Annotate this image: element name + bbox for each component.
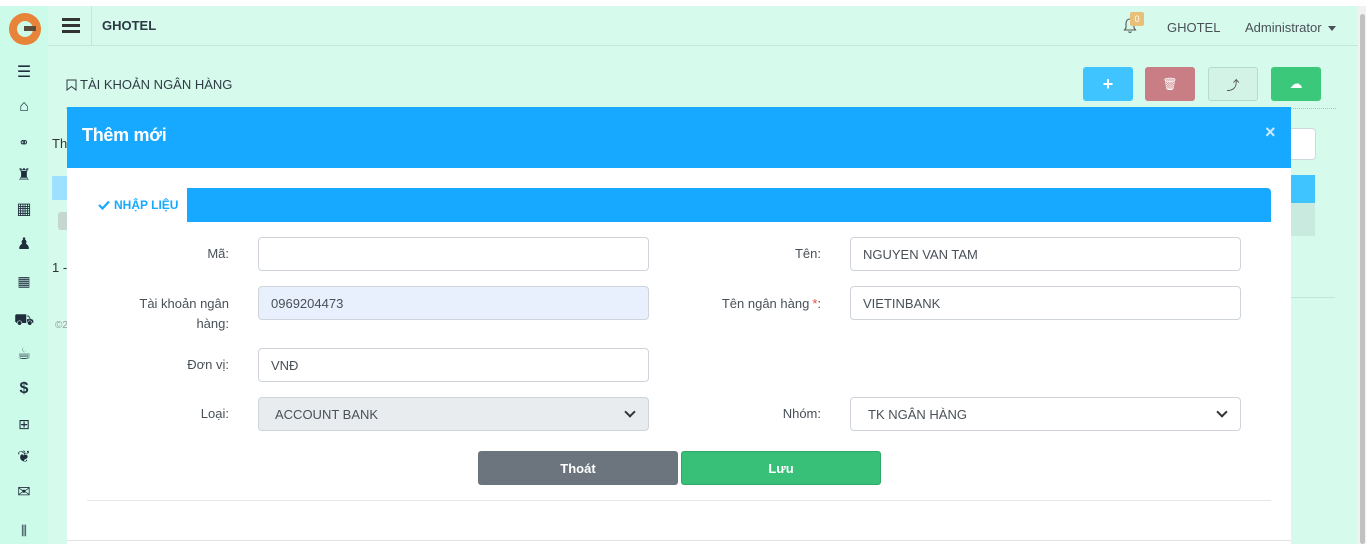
add-new-modal: Thêm mới × NHẬP LIỆU Mã: Tên: NGUYEN VAN… bbox=[67, 107, 1291, 544]
background-table-header bbox=[1290, 175, 1315, 203]
background-pagination: 1 - bbox=[52, 260, 68, 275]
mail-icon[interactable]: ✉ bbox=[14, 483, 34, 503]
caret-down-icon bbox=[1327, 26, 1336, 32]
tab-input-data-label: NHẬP LIỆU bbox=[114, 198, 179, 212]
share-icon: ⤴ bbox=[1226, 77, 1240, 93]
hotel-selector[interactable]: GHOTEL bbox=[1167, 20, 1220, 35]
bank-name-label-suffix: : bbox=[817, 296, 821, 311]
background-row-cell bbox=[58, 212, 67, 230]
page-title: TÀI KHOẢN NGÂN HÀNG bbox=[66, 77, 232, 92]
unit-label: Đơn vị: bbox=[187, 357, 229, 372]
type-label: Loại: bbox=[200, 406, 229, 421]
share-button[interactable]: ⤴ bbox=[1208, 67, 1258, 101]
building-icon[interactable]: ▦ bbox=[14, 200, 34, 220]
unit-input[interactable]: VNĐ bbox=[258, 348, 649, 382]
menu-icon[interactable]: ☰ bbox=[14, 63, 34, 83]
code-input[interactable] bbox=[258, 237, 649, 271]
chevron-down-icon bbox=[1216, 406, 1228, 418]
modal-footer-divider bbox=[87, 500, 1271, 501]
table-icon[interactable]: ⊞ bbox=[14, 414, 34, 434]
exit-button[interactable]: Thoát bbox=[478, 451, 678, 485]
group-label: Nhóm: bbox=[782, 406, 821, 421]
close-icon[interactable]: × bbox=[1265, 122, 1276, 143]
user-menu-label: Administrator bbox=[1245, 20, 1322, 35]
bank-name-label: Tên ngân hàng *: bbox=[681, 294, 821, 314]
modal-tabbar bbox=[87, 188, 1271, 222]
users-icon[interactable]: ♟ bbox=[14, 235, 34, 255]
background-search-input[interactable] bbox=[1290, 128, 1316, 160]
group-select[interactable]: TK NGÂN HÀNG bbox=[850, 397, 1241, 431]
type-select-value: ACCOUNT BANK bbox=[275, 406, 379, 422]
background-divider bbox=[1290, 297, 1335, 298]
dollar-icon[interactable]: $ bbox=[14, 379, 34, 399]
bank-account-label: Tài khoản ngân hàng: bbox=[139, 296, 229, 331]
page-title-text: TÀI KHOẢN NGÂN HÀNG bbox=[80, 77, 233, 92]
hamburger-icon[interactable] bbox=[62, 18, 80, 33]
plus-icon: + bbox=[1102, 73, 1114, 94]
background-header-cell bbox=[52, 176, 67, 200]
handshake-icon[interactable]: ⚭ bbox=[14, 132, 34, 152]
sidebar: ☰ ⌂ ⚭ ♜ ▦ ♟ ▦ ⛟ ☕ $ ⊞ ❦ ✉ ⫼ bbox=[0, 6, 48, 544]
chart-icon[interactable]: ⫼ bbox=[14, 520, 34, 540]
tab-input-data[interactable]: NHẬP LIỆU bbox=[87, 188, 187, 222]
background-text: Th bbox=[52, 136, 68, 151]
trash-icon: 🗑 bbox=[1162, 77, 1178, 91]
cart-icon[interactable]: ⛟ bbox=[14, 311, 34, 331]
name-label: Tên: bbox=[794, 246, 821, 261]
modal-header: Thêm mới × bbox=[67, 107, 1291, 168]
download-button[interactable]: ☁ bbox=[1271, 67, 1321, 101]
save-button[interactable]: Lưu bbox=[681, 451, 881, 485]
home-icon[interactable]: ⌂ bbox=[14, 97, 34, 117]
bank-name-label-text: Tên ngân hàng bbox=[721, 296, 810, 311]
reception-icon[interactable]: ♜ bbox=[14, 166, 34, 186]
app-logo-bar bbox=[24, 26, 36, 31]
check-icon bbox=[98, 200, 110, 210]
apps-grid-icon[interactable]: ▦ bbox=[14, 271, 34, 291]
header-separator bbox=[91, 6, 92, 46]
bank-name-input[interactable]: VIETINBANK bbox=[850, 286, 1241, 320]
modal-title: Thêm mới bbox=[82, 125, 167, 145]
code-label: Mã: bbox=[207, 246, 229, 261]
background-copyright: ©2 bbox=[55, 320, 68, 331]
name-input[interactable]: NGUYEN VAN TAM bbox=[850, 237, 1241, 271]
type-select[interactable]: ACCOUNT BANK bbox=[258, 397, 649, 431]
chevron-down-icon bbox=[624, 406, 636, 418]
user-menu[interactable]: Administrator bbox=[1245, 20, 1336, 35]
delete-button[interactable]: 🗑 bbox=[1145, 67, 1195, 101]
brand-name[interactable]: GHOTEL bbox=[102, 18, 156, 33]
modal-bottom-divider bbox=[67, 540, 1291, 541]
bank-account-input[interactable]: 0969204473 bbox=[258, 286, 649, 320]
group-select-value: TK NGÂN HÀNG bbox=[868, 406, 967, 422]
bookmark-icon bbox=[66, 79, 77, 91]
coffee-icon[interactable]: ☕ bbox=[14, 345, 34, 365]
leaf-icon[interactable]: ❦ bbox=[14, 448, 34, 468]
top-header: GHOTEL 0 GHOTEL Administrator bbox=[48, 6, 1358, 46]
cloud-download-icon: ☁ bbox=[1289, 76, 1303, 91]
page-scrollbar-thumb[interactable] bbox=[1360, 14, 1365, 544]
add-button[interactable]: + bbox=[1083, 67, 1133, 101]
background-table-row bbox=[1290, 203, 1315, 236]
notification-badge: 0 bbox=[1130, 12, 1144, 26]
